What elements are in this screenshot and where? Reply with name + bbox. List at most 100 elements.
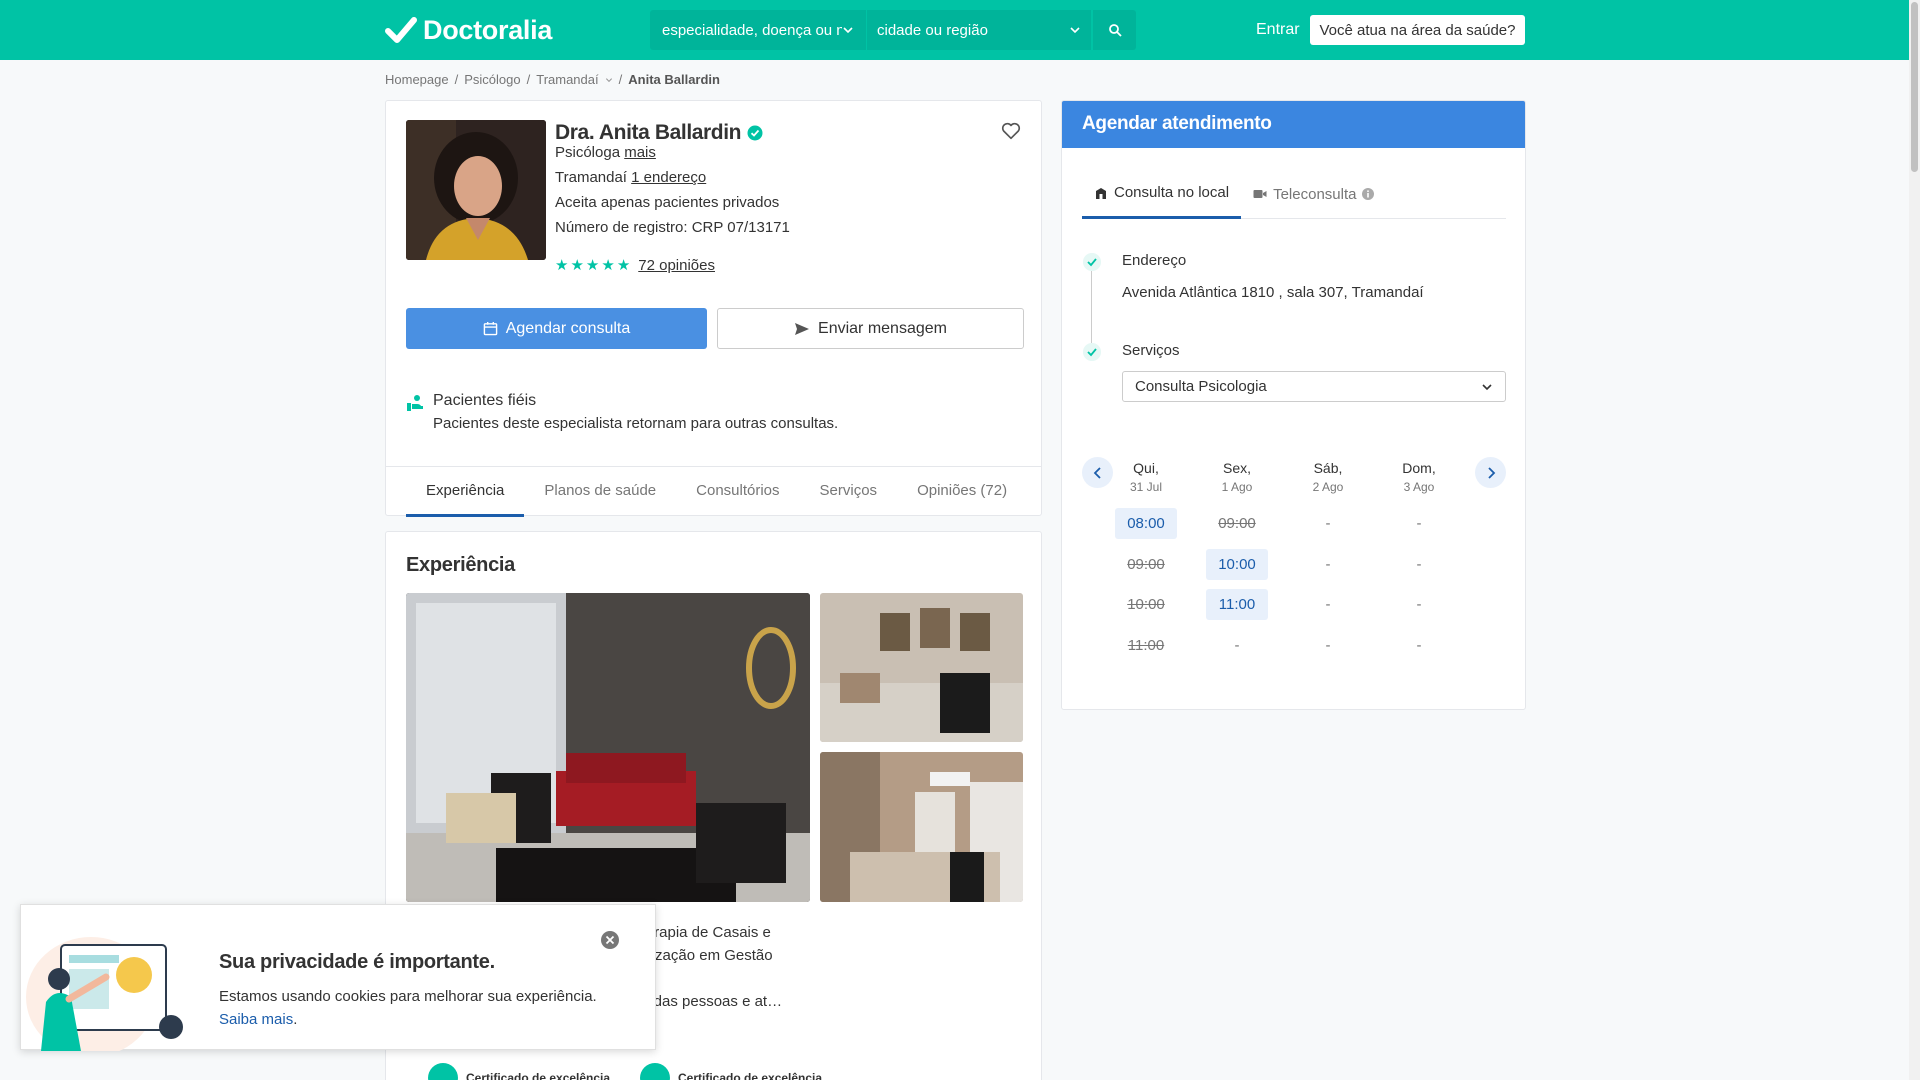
- doctor-photo: [406, 120, 546, 260]
- day-name: Sáb,: [1313, 460, 1343, 476]
- day-date: 2 Ago: [1312, 480, 1344, 494]
- certificate-label: Certificado de excelência: [466, 1071, 611, 1080]
- tab-in-person[interactable]: Consulta no local: [1082, 169, 1242, 219]
- specialty-search-input[interactable]: especialidade, doença ou n: [650, 10, 866, 50]
- tab-health-plans[interactable]: Planos de saúde: [524, 467, 676, 517]
- cookie-period: .: [293, 1011, 298, 1028]
- chevron-right-icon: [1487, 466, 1495, 479]
- certificate-label: Certificado de excelência: [678, 1071, 823, 1080]
- no-slot: -: [1416, 556, 1422, 573]
- no-slot: -: [1416, 596, 1422, 613]
- in-person-label: Consulta no local: [1114, 184, 1230, 201]
- info-icon[interactable]: [1362, 188, 1375, 200]
- search-button[interactable]: [1093, 10, 1136, 50]
- time-slot[interactable]: 11:00: [1206, 589, 1268, 620]
- breadcrumb-home[interactable]: Homepage: [385, 72, 449, 87]
- star-icon: ★: [555, 257, 569, 274]
- city-search-placeholder: cidade ou região: [877, 21, 988, 39]
- service-select[interactable]: Consulta Psicologia: [1122, 371, 1506, 402]
- steps-connector: [1091, 271, 1092, 351]
- no-slot: -: [1325, 637, 1331, 654]
- doctoralia-logo[interactable]: Doctoralia: [385, 13, 552, 47]
- breadcrumb-separator: /: [618, 72, 623, 87]
- star-icon: ★: [585, 257, 600, 274]
- day-header: Sex, 1 Ago: [1192, 460, 1282, 494]
- private-patients-text: Aceita apenas pacientes privados: [555, 194, 780, 211]
- city-search-input[interactable]: cidade ou região: [867, 10, 1091, 50]
- breadcrumb: Homepage / Psicólogo / Tramandaí / Anita B…: [385, 72, 720, 87]
- time-slot[interactable]: 10:00: [1206, 549, 1268, 580]
- verified-badge-icon: [747, 125, 763, 141]
- day-date: 3 Ago: [1403, 480, 1435, 494]
- office-photo-3[interactable]: [820, 752, 1023, 902]
- no-slot: -: [1416, 515, 1422, 532]
- address-label: Endereço: [1122, 252, 1187, 269]
- doctor-profile-card: Dra. Anita Ballardin Psicóloga mais Tram…: [385, 100, 1042, 517]
- page-scrollbar[interactable]: [1909, 0, 1920, 1080]
- time-slot: 10:00: [1127, 596, 1165, 613]
- experience-title: Experiência: [406, 554, 515, 576]
- book-button-label: Agendar consulta: [505, 319, 631, 337]
- search-icon: [1108, 24, 1122, 37]
- no-slot: -: [1325, 515, 1331, 532]
- day-name: Sex,: [1222, 460, 1251, 476]
- excellence-certificate: Certificado de excelência: [640, 1063, 822, 1080]
- loyal-patients-icon: [407, 395, 423, 411]
- more-specialties-link[interactable]: mais: [624, 144, 656, 161]
- no-slot: -: [1234, 637, 1240, 654]
- chevron-down-icon: [843, 27, 853, 34]
- doctor-name-text: Dra. Anita Ballardin: [555, 121, 742, 144]
- cookie-message: Estamos usando cookies para melhorar sua…: [219, 988, 597, 1005]
- rating[interactable]: ★ ★ ★ ★ ★ 72 opiniões: [555, 257, 715, 274]
- tab-services[interactable]: Serviços: [800, 467, 898, 517]
- favorite-heart-icon[interactable]: [1000, 120, 1022, 142]
- time-slot[interactable]: 08:00: [1115, 508, 1177, 539]
- day-name: Dom,: [1402, 460, 1436, 476]
- breadcrumb-specialty[interactable]: Psicólogo: [464, 72, 520, 87]
- next-days-button[interactable]: [1475, 457, 1506, 488]
- cookie-text: Estamos usando cookies para melhorar sua…: [219, 985, 639, 1031]
- send-icon: [795, 322, 810, 335]
- brand-name: Doctoralia: [423, 14, 553, 45]
- loyal-patients-title: Pacientes fiéis: [433, 392, 537, 409]
- check-icon: [1083, 343, 1101, 361]
- registration-number: Número de registro: CRP 07/13171: [555, 219, 790, 236]
- breadcrumb-city[interactable]: Tramandaí: [536, 72, 598, 87]
- no-slot: -: [1325, 596, 1331, 613]
- star-icon: ★: [616, 257, 631, 274]
- message-button-label: Enviar mensagem: [818, 319, 947, 337]
- time-slot: 09:00: [1127, 556, 1165, 573]
- tab-experience[interactable]: Experiência: [406, 467, 525, 517]
- book-appointment-button[interactable]: Agendar consulta: [406, 308, 707, 349]
- teleconsult-label: Teleconsulta: [1273, 185, 1357, 203]
- addresses-link[interactable]: 1 endereço: [631, 169, 706, 186]
- pro-signup-button[interactable]: Você atua na área da saúde?: [1310, 15, 1525, 45]
- office-photo-2[interactable]: [820, 593, 1023, 742]
- day-date: 31 Jul: [1129, 480, 1163, 494]
- breadcrumb-current: Anita Ballardin: [628, 72, 720, 87]
- no-slot: -: [1416, 637, 1422, 654]
- office-photo-main[interactable]: [406, 593, 810, 902]
- video-camera-icon: [1253, 190, 1267, 198]
- tab-reviews[interactable]: Opiniões (72): [897, 467, 1027, 517]
- cookie-title: Sua privacidade é importante.: [219, 951, 495, 973]
- top-navbar: Doctoralia especialidade, doença ou n ci…: [0, 0, 1909, 60]
- learn-more-link[interactable]: Saiba mais: [219, 1011, 293, 1028]
- reviews-link[interactable]: 72 opiniões: [638, 257, 715, 274]
- tab-offices[interactable]: Consultórios: [676, 467, 799, 517]
- booking-tabs: Consulta no local Teleconsulta: [1082, 169, 1506, 219]
- star-icon: ★: [601, 257, 615, 274]
- check-icon: [1083, 253, 1101, 271]
- day-header: Dom, 3 Ago: [1374, 460, 1464, 494]
- calendar-icon: [483, 321, 498, 336]
- login-link[interactable]: Entrar: [1256, 21, 1300, 39]
- doctor-name: Dra. Anita Ballardin: [555, 121, 763, 145]
- tab-teleconsult[interactable]: Teleconsulta: [1241, 169, 1386, 219]
- scrollbar-thumb[interactable]: [1911, 2, 1918, 172]
- no-slot: -: [1325, 556, 1331, 573]
- breadcrumb-separator: /: [454, 72, 459, 87]
- send-message-button[interactable]: Enviar mensagem: [717, 308, 1024, 349]
- cookie-banner: Sua privacidade é importante. Estamos us…: [20, 904, 656, 1051]
- close-icon[interactable]: [601, 931, 619, 949]
- chevron-down-icon[interactable]: [605, 76, 613, 84]
